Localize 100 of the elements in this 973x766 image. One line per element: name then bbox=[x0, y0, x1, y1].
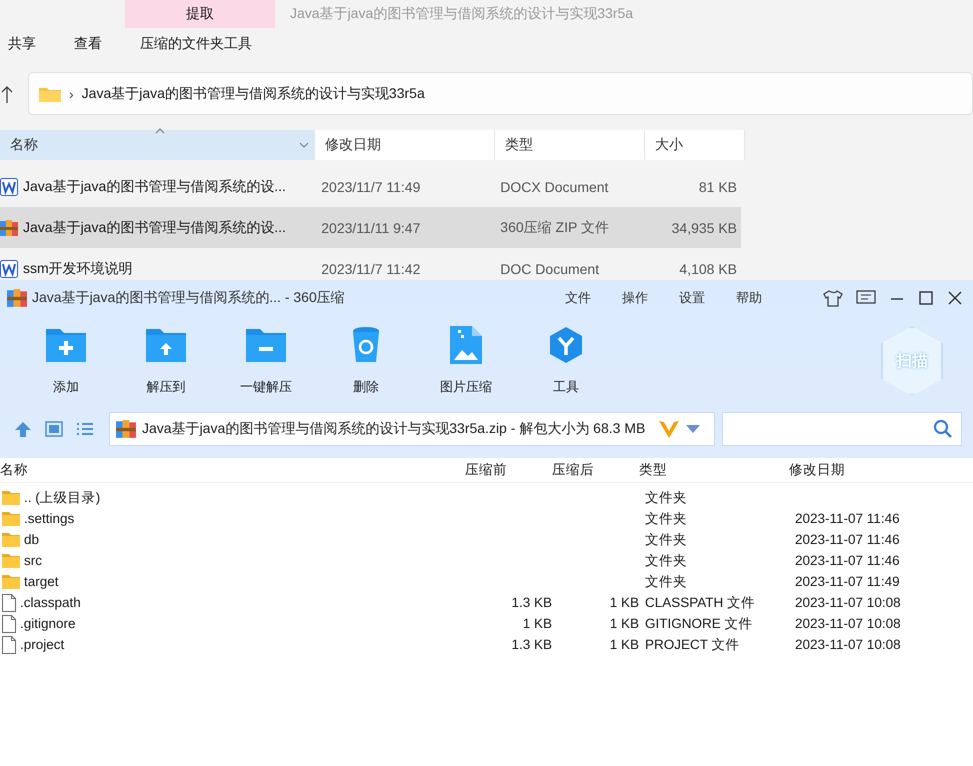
table-cell: 1.3 KB bbox=[511, 637, 552, 652]
column-header[interactable]: 类型 bbox=[495, 130, 645, 160]
file-name: .. (上级目录) bbox=[24, 488, 100, 506]
table-cell: 1.3 KB bbox=[511, 595, 552, 610]
folder-icon bbox=[2, 511, 20, 526]
table-cell: 文件夹 bbox=[645, 510, 687, 528]
column-header[interactable]: 名称 bbox=[0, 130, 315, 160]
table-cell: 2023-11-07 11:46 bbox=[795, 532, 900, 547]
menu-item[interactable]: 共享 bbox=[8, 35, 36, 53]
toolbar-button[interactable]: 一键解压 bbox=[216, 316, 316, 396]
table-cell: 2023-11-07 10:08 bbox=[795, 637, 901, 652]
archive-path: Java基于java的图书管理与借阅系统的设计与实现33r5a.zip - 解包大小为 68.3 MB bbox=[142, 420, 646, 438]
folder-upload-icon bbox=[146, 326, 186, 362]
search-icon[interactable] bbox=[933, 419, 953, 439]
folder-icon bbox=[2, 553, 20, 568]
menu-item[interactable]: 设置 bbox=[679, 289, 705, 307]
archive-icon bbox=[116, 419, 136, 439]
archive-icon bbox=[0, 218, 18, 236]
file-name: .classpath bbox=[20, 595, 81, 610]
table-cell: 2023-11-07 10:08 bbox=[795, 616, 901, 631]
table-cell: 文件夹 bbox=[645, 552, 687, 570]
toolbar-button[interactable]: 图片压缩 bbox=[416, 316, 516, 396]
table-cell: 2023-11-07 11:46 bbox=[795, 511, 900, 526]
folder-icon bbox=[2, 490, 20, 505]
column-header[interactable]: 大小 bbox=[645, 130, 745, 160]
menu-item[interactable]: 压缩的文件夹工具 bbox=[140, 35, 252, 53]
file-row[interactable]: Java基于java的图书管理与借阅系统的设... 2023/11/11 9:47 360压缩 ZIP 文件 34,935 KB bbox=[0, 207, 741, 248]
file-name: src bbox=[24, 553, 42, 568]
column-header[interactable]: 修改日期 bbox=[315, 130, 495, 160]
table-cell: 1 KB bbox=[522, 616, 552, 631]
toolbar-button[interactable]: 解压到 bbox=[116, 316, 216, 396]
image-file-icon bbox=[450, 326, 482, 364]
v-badge-icon bbox=[658, 419, 680, 439]
maximize-icon[interactable] bbox=[918, 290, 934, 306]
caret-icon bbox=[299, 142, 309, 148]
table-cell-text: 2023/11/7 11:42 bbox=[320, 260, 422, 276]
folder-minus-icon bbox=[246, 326, 286, 362]
menu-item[interactable]: 操作 bbox=[622, 289, 648, 307]
breadcrumb-separator: › bbox=[69, 86, 74, 102]
table-cell: 1 KB bbox=[610, 637, 639, 652]
file-name: .settings bbox=[24, 511, 74, 526]
column-header[interactable]: 压缩后 bbox=[552, 461, 639, 479]
menu-item[interactable]: 帮助 bbox=[736, 289, 762, 307]
folder-add-icon bbox=[46, 326, 86, 362]
path-field[interactable]: Java基于java的图书管理与借阅系统的设计与实现33r5a.zip - 解包大小为 68.3 MB bbox=[109, 412, 715, 446]
toolbar-button[interactable]: 删除 bbox=[316, 316, 416, 396]
file-name: .gitignore bbox=[20, 616, 76, 631]
table-cell-text: DOC Document bbox=[499, 260, 600, 276]
table-cell: 文件夹 bbox=[645, 530, 687, 548]
table-cell: CLASSPATH 文件 bbox=[645, 594, 756, 612]
table-cell-text: 2023/11/7 11:49 bbox=[320, 178, 422, 194]
archive-icon bbox=[7, 288, 27, 308]
menu-item[interactable]: 文件 bbox=[565, 289, 591, 307]
table-cell: PROJECT 文件 bbox=[645, 636, 740, 654]
window-title: Java基于java的图书管理与借阅系统的... - 360压缩 bbox=[32, 289, 345, 307]
file-name: db bbox=[24, 532, 40, 547]
sort-caret-icon bbox=[155, 128, 165, 134]
table-cell: 1 KB bbox=[610, 595, 639, 610]
table-cell-text: 81 KB bbox=[698, 178, 738, 194]
list-view-icon[interactable] bbox=[76, 421, 94, 437]
file-name: target bbox=[24, 574, 59, 589]
table-cell: 2023-11-07 11:49 bbox=[795, 574, 900, 589]
column-header[interactable]: 名称 bbox=[0, 461, 465, 479]
column-header[interactable]: 压缩前 bbox=[465, 461, 552, 479]
column-header[interactable]: 类型 bbox=[639, 461, 789, 479]
close-icon[interactable] bbox=[947, 290, 963, 306]
hexagon-icon bbox=[548, 326, 584, 364]
column-header[interactable]: 修改日期 bbox=[789, 461, 969, 479]
table-cell: GITIGNORE 文件 bbox=[645, 614, 753, 632]
file-name: Java基于java的图书管理与借阅系统的设... bbox=[23, 218, 286, 236]
document-icon bbox=[0, 178, 18, 196]
file-name: Java基于java的图书管理与借阅系统的设... bbox=[23, 178, 286, 196]
search-field[interactable] bbox=[722, 412, 962, 446]
table-cell-text: 4,108 KB bbox=[678, 260, 738, 276]
toolbar-button[interactable]: 工具 bbox=[516, 316, 616, 396]
table-cell-text: 34,935 KB bbox=[670, 220, 738, 236]
file-name: ssm开发环境说明 bbox=[23, 260, 133, 278]
table-cell: 2023-11-07 11:46 bbox=[795, 553, 900, 568]
trash-icon bbox=[351, 326, 381, 364]
table-cell: 文件夹 bbox=[645, 572, 687, 590]
file-name: .project bbox=[20, 637, 64, 652]
dropdown-caret-icon[interactable] bbox=[686, 425, 700, 433]
folder-icon bbox=[2, 532, 20, 547]
table-cell: 文件夹 bbox=[645, 488, 687, 506]
ribbon-tab[interactable]: 提取 bbox=[125, 0, 275, 28]
table-cell-text: 2023/11/11 9:47 bbox=[320, 220, 422, 236]
document-icon bbox=[0, 260, 18, 278]
shirt-icon[interactable] bbox=[823, 289, 843, 307]
address-bar[interactable]: › Java基于java的图书管理与借阅系统的设计与实现33r5a bbox=[28, 72, 973, 115]
table-cell-text: DOCX Document bbox=[499, 178, 610, 194]
menu-item[interactable]: 查看 bbox=[74, 35, 102, 53]
table-cell: 1 KB bbox=[610, 616, 639, 631]
up-arrow-icon[interactable] bbox=[1, 84, 13, 102]
table-cell-text: 360压缩 ZIP 文件 bbox=[499, 218, 610, 236]
thumbnail-view-icon[interactable] bbox=[45, 421, 63, 437]
folder-icon bbox=[2, 574, 20, 589]
folder-icon bbox=[39, 86, 61, 102]
toolbar-button[interactable]: 添加 bbox=[16, 316, 116, 396]
breadcrumb[interactable]: Java基于java的图书管理与借阅系统的设计与实现33r5a bbox=[82, 84, 425, 102]
window-title: Java基于java的图书管理与借阅系统的设计与实现33r5a bbox=[290, 5, 634, 23]
